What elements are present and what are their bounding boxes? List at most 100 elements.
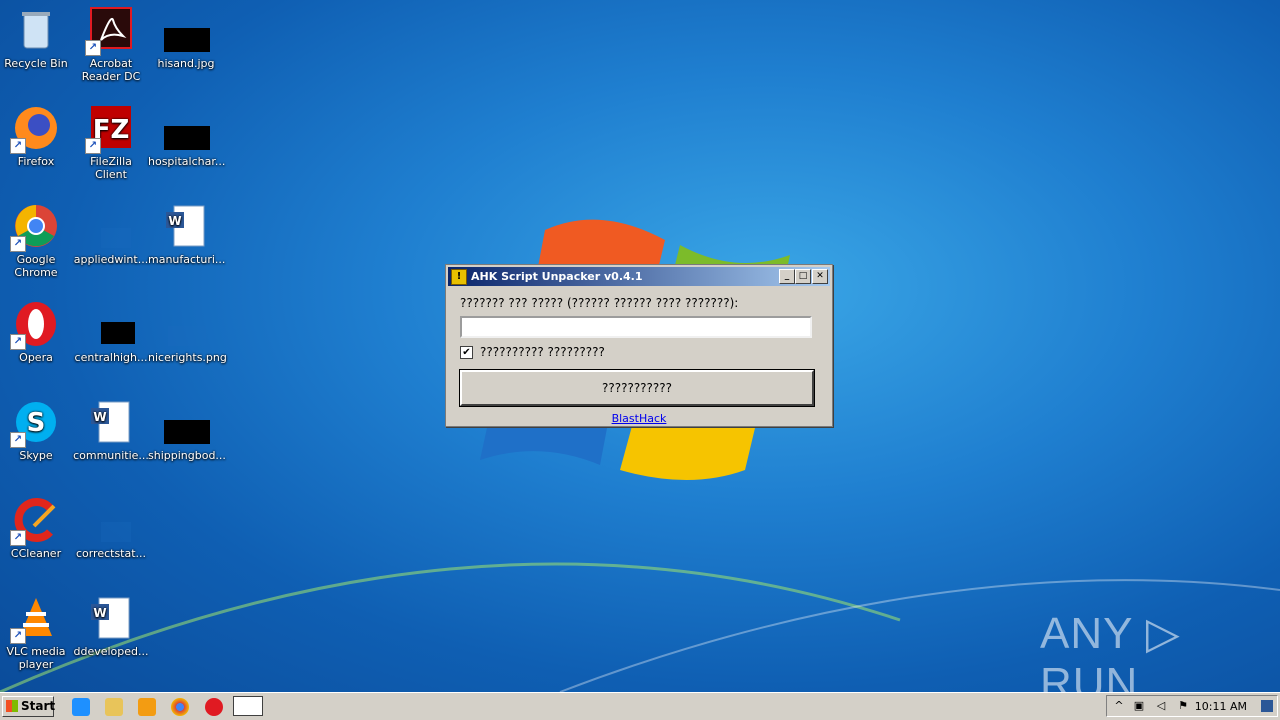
- desktop-icon-label: FileZilla Client: [90, 155, 132, 181]
- desktop-icon-nicerights[interactable]: nicerights.png: [148, 300, 227, 364]
- image-file-icon: [87, 300, 135, 348]
- desktop-icon-label: Google Chrome: [14, 253, 58, 279]
- start-button[interactable]: Start: [2, 696, 56, 717]
- opera-icon: ↗: [10, 300, 60, 350]
- svg-text:W: W: [93, 606, 106, 620]
- vlc-icon: ↗: [10, 594, 60, 644]
- close-button[interactable]: ✕: [812, 269, 828, 284]
- unpack-button[interactable]: ???????????: [459, 369, 815, 407]
- file-explorer-icon[interactable]: [105, 698, 123, 716]
- desktop-icon-label: VLC media player: [6, 645, 66, 671]
- desktop-icon-label: nicerights.png: [148, 351, 227, 364]
- svg-text:W: W: [93, 410, 106, 424]
- chrome-taskbar-icon[interactable]: [171, 698, 189, 716]
- desktop-icon-label: manufacturi...: [148, 253, 226, 266]
- shortcut-arrow-icon: ↗: [10, 628, 26, 644]
- desktop-icon-google-chrome[interactable]: ↗ Google Chrome: [0, 202, 74, 279]
- image-file-icon: [162, 398, 210, 446]
- desktop-icon-ddeveloped[interactable]: W ddeveloped...: [73, 594, 149, 658]
- media-player-icon[interactable]: [138, 698, 156, 716]
- blasthack-link[interactable]: BlastHack: [460, 412, 818, 425]
- desktop-icon-communitie[interactable]: W communitie...: [73, 398, 149, 462]
- desktop-icon-label: centralhigh...: [74, 351, 148, 364]
- desktop-icon-skype[interactable]: S ↗ Skype: [0, 398, 74, 462]
- ccleaner-icon: ↗: [10, 496, 60, 546]
- recycle-bin-icon: [12, 6, 60, 54]
- unpacker-taskbar-button[interactable]: [233, 696, 263, 716]
- filezilla-icon: FZ ↗: [85, 104, 135, 154]
- desktop-icon-label: ddeveloped...: [73, 645, 149, 658]
- desktop-icon-label: Acrobat Reader DC: [81, 57, 141, 83]
- start-label: Start: [21, 699, 56, 713]
- desktop-icon-centralhigh[interactable]: centralhigh...: [73, 300, 149, 364]
- unpacker-dialog: ! AHK Script Unpacker v0.4.1 _ □ ✕ ?????…: [445, 264, 833, 427]
- shortcut-arrow-icon: ↗: [85, 40, 101, 56]
- word-document-icon: W: [162, 202, 210, 250]
- word-document-icon: W: [87, 594, 135, 642]
- dialog-body: ??????? ??? ????? (?????? ?????? ???? ??…: [446, 286, 832, 433]
- windows-logo-icon: [6, 700, 18, 712]
- option-checkbox[interactable]: ✔: [460, 345, 473, 359]
- desktop-icon-manufacturi[interactable]: W manufacturi...: [148, 202, 226, 266]
- desktop-icon-vlc[interactable]: ↗ VLC media player: [0, 594, 74, 671]
- shortcut-arrow-icon: ↗: [10, 530, 26, 546]
- minimize-button[interactable]: _: [779, 269, 795, 284]
- desktop-icon-hisand[interactable]: hisand.jpg: [148, 6, 224, 70]
- action-center-flag-icon[interactable]: ⚑: [1177, 700, 1189, 712]
- internet-explorer-icon[interactable]: [72, 698, 90, 716]
- desktop-icon-label: appliedwint...: [73, 253, 149, 266]
- opera-taskbar-icon[interactable]: [205, 698, 223, 716]
- maximize-button[interactable]: □: [795, 269, 811, 284]
- desktop-icon-shippingbod[interactable]: shippingbod...: [148, 398, 226, 462]
- shortcut-arrow-icon: ↗: [85, 138, 101, 154]
- desktop-icon-appliedwint[interactable]: appliedwint...: [73, 202, 149, 266]
- shortcut-arrow-icon: ↗: [10, 334, 26, 350]
- desktop-icon-filezilla[interactable]: FZ ↗ FileZilla Client: [73, 104, 149, 181]
- desktop-icon-opera[interactable]: ↗ Opera: [0, 300, 74, 364]
- taskbar: Start ^ ▣ ◁ ⚑ 10:11 AM: [0, 692, 1280, 720]
- image-file-icon: [162, 6, 210, 54]
- show-desktop-icon[interactable]: [1261, 700, 1273, 712]
- app-icon: !: [451, 268, 467, 285]
- desktop-icon-label: Recycle Bin: [4, 57, 68, 70]
- file-icon: [87, 496, 135, 544]
- desktop-icon-hospitalchar[interactable]: hospitalchar...: [148, 104, 226, 168]
- svg-text:S: S: [27, 408, 46, 438]
- desktop-icon-label: Skype: [19, 449, 53, 462]
- volume-icon[interactable]: ◁: [1155, 700, 1167, 712]
- word-document-icon: W: [87, 398, 135, 446]
- desktop-icon-correctstat[interactable]: correctstat...: [73, 496, 149, 560]
- desktop-icon-firefox[interactable]: ↗ Firefox: [0, 104, 74, 168]
- desktop-icon-label: hisand.jpg: [157, 57, 215, 70]
- dialog-titlebar[interactable]: ! AHK Script Unpacker v0.4.1 _ □ ✕: [448, 267, 830, 286]
- shortcut-arrow-icon: ↗: [10, 236, 26, 252]
- desktop-icon-label: communitie...: [73, 449, 149, 462]
- desktop-icon-label: Opera: [19, 351, 53, 364]
- show-hidden-icons-icon[interactable]: ^: [1113, 700, 1125, 712]
- desktop-icon-ccleaner[interactable]: ↗ CCleaner: [0, 496, 74, 560]
- firefox-icon: ↗: [10, 104, 60, 154]
- file-path-input[interactable]: [460, 316, 812, 338]
- desktop-icon-label: correctstat...: [75, 547, 147, 560]
- acrobat-icon: ↗: [85, 6, 135, 56]
- chrome-icon: ↗: [10, 202, 60, 252]
- svg-text:W: W: [168, 214, 181, 228]
- shortcut-arrow-icon: ↗: [10, 138, 26, 154]
- clock[interactable]: 10:11 AM: [1195, 700, 1247, 713]
- option-checkbox-label: ?????????? ?????????: [480, 345, 605, 359]
- skype-icon: S ↗: [10, 398, 60, 448]
- desktop-icon-label: hospitalchar...: [148, 155, 226, 168]
- desktop-icon-label: CCleaner: [10, 547, 62, 560]
- network-icon[interactable]: ▣: [1133, 700, 1145, 712]
- dialog-title: AHK Script Unpacker v0.4.1: [471, 270, 643, 283]
- file-icon: [162, 300, 210, 348]
- desktop-icon-acrobat-reader[interactable]: ↗ Acrobat Reader DC: [73, 6, 149, 83]
- file-path-prompt: ??????? ??? ????? (?????? ?????? ???? ??…: [460, 296, 739, 310]
- file-icon: [87, 202, 135, 250]
- image-file-icon: [162, 104, 210, 152]
- desktop-icon-recycle-bin[interactable]: Recycle Bin: [0, 6, 74, 70]
- option-checkbox-row[interactable]: ✔ ?????????? ?????????: [460, 344, 818, 360]
- desktop-icon-label: shippingbod...: [148, 449, 226, 462]
- desktop-icon-label: Firefox: [17, 155, 55, 168]
- system-tray: ^ ▣ ◁ ⚑ 10:11 AM: [1106, 695, 1278, 717]
